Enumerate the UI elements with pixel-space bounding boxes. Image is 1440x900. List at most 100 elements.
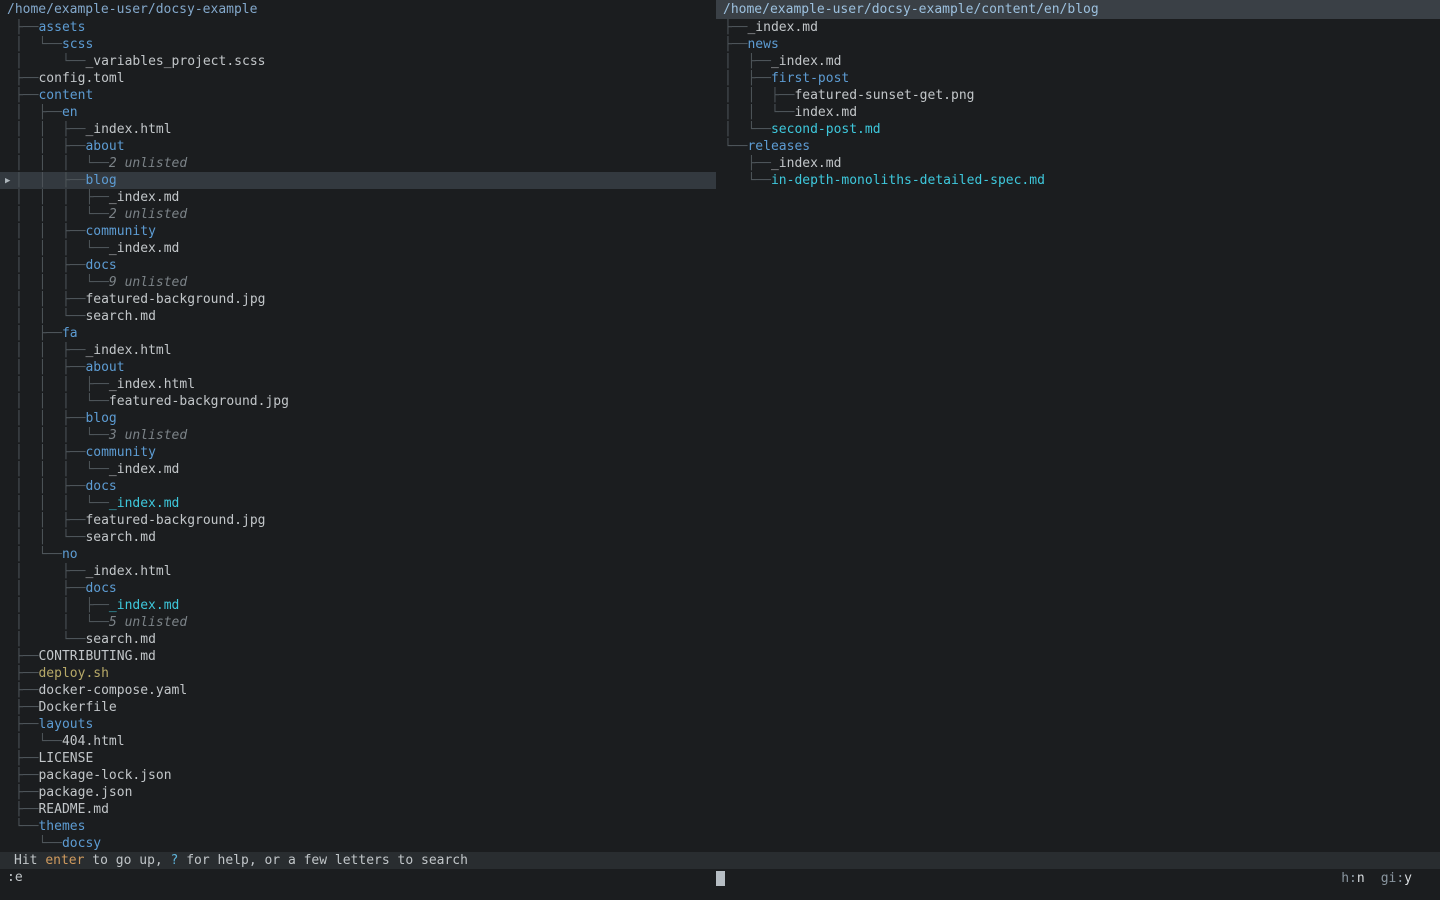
tree-row-unlisted[interactable]: │ │ └──5 unlisted [0, 614, 716, 631]
tree-row-file[interactable]: │ └──_variables_project.scss [0, 53, 716, 70]
tree-branch-lines: │ └── [15, 54, 85, 69]
tree-row-file[interactable]: └──in-depth-monoliths-detailed-spec.md [716, 172, 1440, 189]
tree-row-directory[interactable]: │ │ ├──about [0, 138, 716, 155]
entry-name: README.md [38, 802, 108, 817]
entry-name: search.md [85, 309, 155, 324]
tree-row-unlisted[interactable]: │ │ │ └──2 unlisted [0, 206, 716, 223]
tree-branch-lines: ├── [724, 156, 771, 171]
tree-row-file[interactable]: │ ├──_index.html [0, 563, 716, 580]
entry-name: community [85, 224, 155, 239]
tree-row-file[interactable]: │ │ ├──_index.html [0, 342, 716, 359]
tree-row-file[interactable]: ├──Dockerfile [0, 699, 716, 716]
tree-row-file[interactable]: ├──package-lock.json [0, 767, 716, 784]
entry-name: layouts [38, 717, 93, 732]
entry-name: en [62, 105, 78, 120]
tree-row-file[interactable]: │ │ │ └──featured-background.jpg [0, 393, 716, 410]
tree-row-file[interactable]: │ │ └──search.md [0, 529, 716, 546]
tree-row-directory[interactable]: │ ├──first-post [716, 70, 1440, 87]
tree-row-directory[interactable]: ▶│ │ ├──blog [0, 172, 716, 189]
tree-branch-lines: │ ├── [15, 564, 85, 579]
tree-row-directory[interactable]: └──releases [716, 138, 1440, 155]
tree-row-file[interactable]: ├──_index.md [716, 155, 1440, 172]
tree-row-file[interactable]: ├──package.json [0, 784, 716, 801]
entry-name: Dockerfile [38, 700, 116, 715]
tree-row-unlisted[interactable]: │ │ │ └──9 unlisted [0, 274, 716, 291]
tree-row-directory[interactable]: ├──content [0, 87, 716, 104]
tree-branch-lines: └── [15, 836, 62, 851]
entry-name: blog [85, 173, 116, 188]
flag-colon: : [1349, 871, 1357, 886]
left-command-input[interactable]: :e [0, 869, 716, 887]
tree-row-file[interactable]: │ │ └──index.md [716, 104, 1440, 121]
tree-row-directory[interactable]: └──themes [0, 818, 716, 835]
entry-name: _index.md [109, 190, 179, 205]
tree-row-directory[interactable]: └──docsy [0, 835, 716, 852]
tree-branch-lines: │ │ └── [15, 615, 109, 630]
tree-row-directory[interactable]: │ ├──docs [0, 580, 716, 597]
entry-name: _index.html [85, 343, 171, 358]
tree-row-file[interactable]: │ │ ├──featured-sunset-get.png [716, 87, 1440, 104]
tree-row-directory[interactable]: │ │ ├──docs [0, 478, 716, 495]
left-panel-path[interactable]: /home/example-user/docsy-example [0, 0, 716, 19]
entry-name: news [747, 37, 778, 52]
right-panel-path[interactable]: /home/example-user/docsy-example/content… [716, 0, 1440, 19]
tree-branch-lines: │ │ │ └── [15, 428, 109, 443]
tree-branch-lines: │ │ │ └── [15, 462, 109, 477]
tree-row-file[interactable]: ├──CONTRIBUTING.md [0, 648, 716, 665]
unlisted-count: 2 unlisted [109, 156, 187, 171]
tree-row-directory[interactable]: │ │ ├──about [0, 359, 716, 376]
tree-branch-lines: │ │ ├── [724, 88, 794, 103]
tree-row-directory[interactable]: ├──assets [0, 19, 716, 36]
tree-row-file[interactable]: │ └──404.html [0, 733, 716, 750]
tree-row-file[interactable]: ├──LICENSE [0, 750, 716, 767]
tree-row-file[interactable]: ├──README.md [0, 801, 716, 818]
entry-name: docs [85, 479, 116, 494]
tree-row-file[interactable]: │ └──search.md [0, 631, 716, 648]
tree-row-directory[interactable]: │ │ ├──community [0, 444, 716, 461]
tree-row-directory[interactable]: │ ├──fa [0, 325, 716, 342]
right-command-input[interactable]: h:n gi:y [716, 869, 1440, 887]
tree-row-file[interactable]: │ │ ├──featured-background.jpg [0, 512, 716, 529]
tree-branch-lines: └── [724, 173, 771, 188]
tree-branch-lines: │ ├── [15, 581, 85, 596]
tree-row-unlisted[interactable]: │ │ │ └──3 unlisted [0, 427, 716, 444]
unlisted-count: 5 unlisted [109, 615, 187, 630]
tree-branch-lines: │ │ ├── [15, 360, 85, 375]
tree-row-file[interactable]: │ │ │ └──_index.md [0, 495, 716, 512]
tree-branch-lines: ├── [15, 20, 38, 35]
selection-arrow-icon: ▶ [5, 173, 10, 189]
unlisted-count: 2 unlisted [109, 207, 187, 222]
gitignore-flag: gi:y [1381, 871, 1412, 886]
entry-name: _index.md [109, 241, 179, 256]
tree-row-directory[interactable]: │ │ ├──docs [0, 257, 716, 274]
tree-row-file[interactable]: │ │ ├──featured-background.jpg [0, 291, 716, 308]
tree-row-directory[interactable]: │ ├──en [0, 104, 716, 121]
tree-row-file[interactable]: │ │ │ └──_index.md [0, 240, 716, 257]
tree-row-directory[interactable]: ├──layouts [0, 716, 716, 733]
tree-row-directory[interactable]: ├──news [716, 36, 1440, 53]
tree-row-file[interactable]: │ ├──_index.md [716, 53, 1440, 70]
help-flag: h:n [1341, 871, 1364, 886]
entry-name: releases [747, 139, 810, 154]
tree-row-file[interactable]: ├──config.toml [0, 70, 716, 87]
entry-name: in-depth-monoliths-detailed-spec.md [771, 173, 1045, 188]
tree-row-file[interactable]: │ │ │ ├──_index.html [0, 376, 716, 393]
status-text: to go up, [84, 853, 170, 868]
tree-branch-lines: ├── [15, 785, 38, 800]
tree-row-file[interactable]: ├──_index.md [716, 19, 1440, 36]
tree-row-file[interactable]: │ └──second-post.md [716, 121, 1440, 138]
tree-row-file[interactable]: ├──docker-compose.yaml [0, 682, 716, 699]
tree-row-unlisted[interactable]: │ │ │ └──2 unlisted [0, 155, 716, 172]
tree-row-file[interactable]: │ │ └──search.md [0, 308, 716, 325]
tree-row-file[interactable]: │ │ ├──_index.md [0, 597, 716, 614]
tree-row-directory[interactable]: │ └──no [0, 546, 716, 563]
tree-row-directory[interactable]: │ │ ├──community [0, 223, 716, 240]
tree-row-file[interactable]: │ │ │ ├──_index.md [0, 189, 716, 206]
tree-row-directory[interactable]: │ │ ├──blog [0, 410, 716, 427]
tree-row-file[interactable]: ├──deploy.sh [0, 665, 716, 682]
tree-row-directory[interactable]: │ └──scss [0, 36, 716, 53]
entry-name: _index.md [109, 462, 179, 477]
tree-row-file[interactable]: │ │ ├──_index.html [0, 121, 716, 138]
entry-name: first-post [771, 71, 849, 86]
tree-row-file[interactable]: │ │ │ └──_index.md [0, 461, 716, 478]
